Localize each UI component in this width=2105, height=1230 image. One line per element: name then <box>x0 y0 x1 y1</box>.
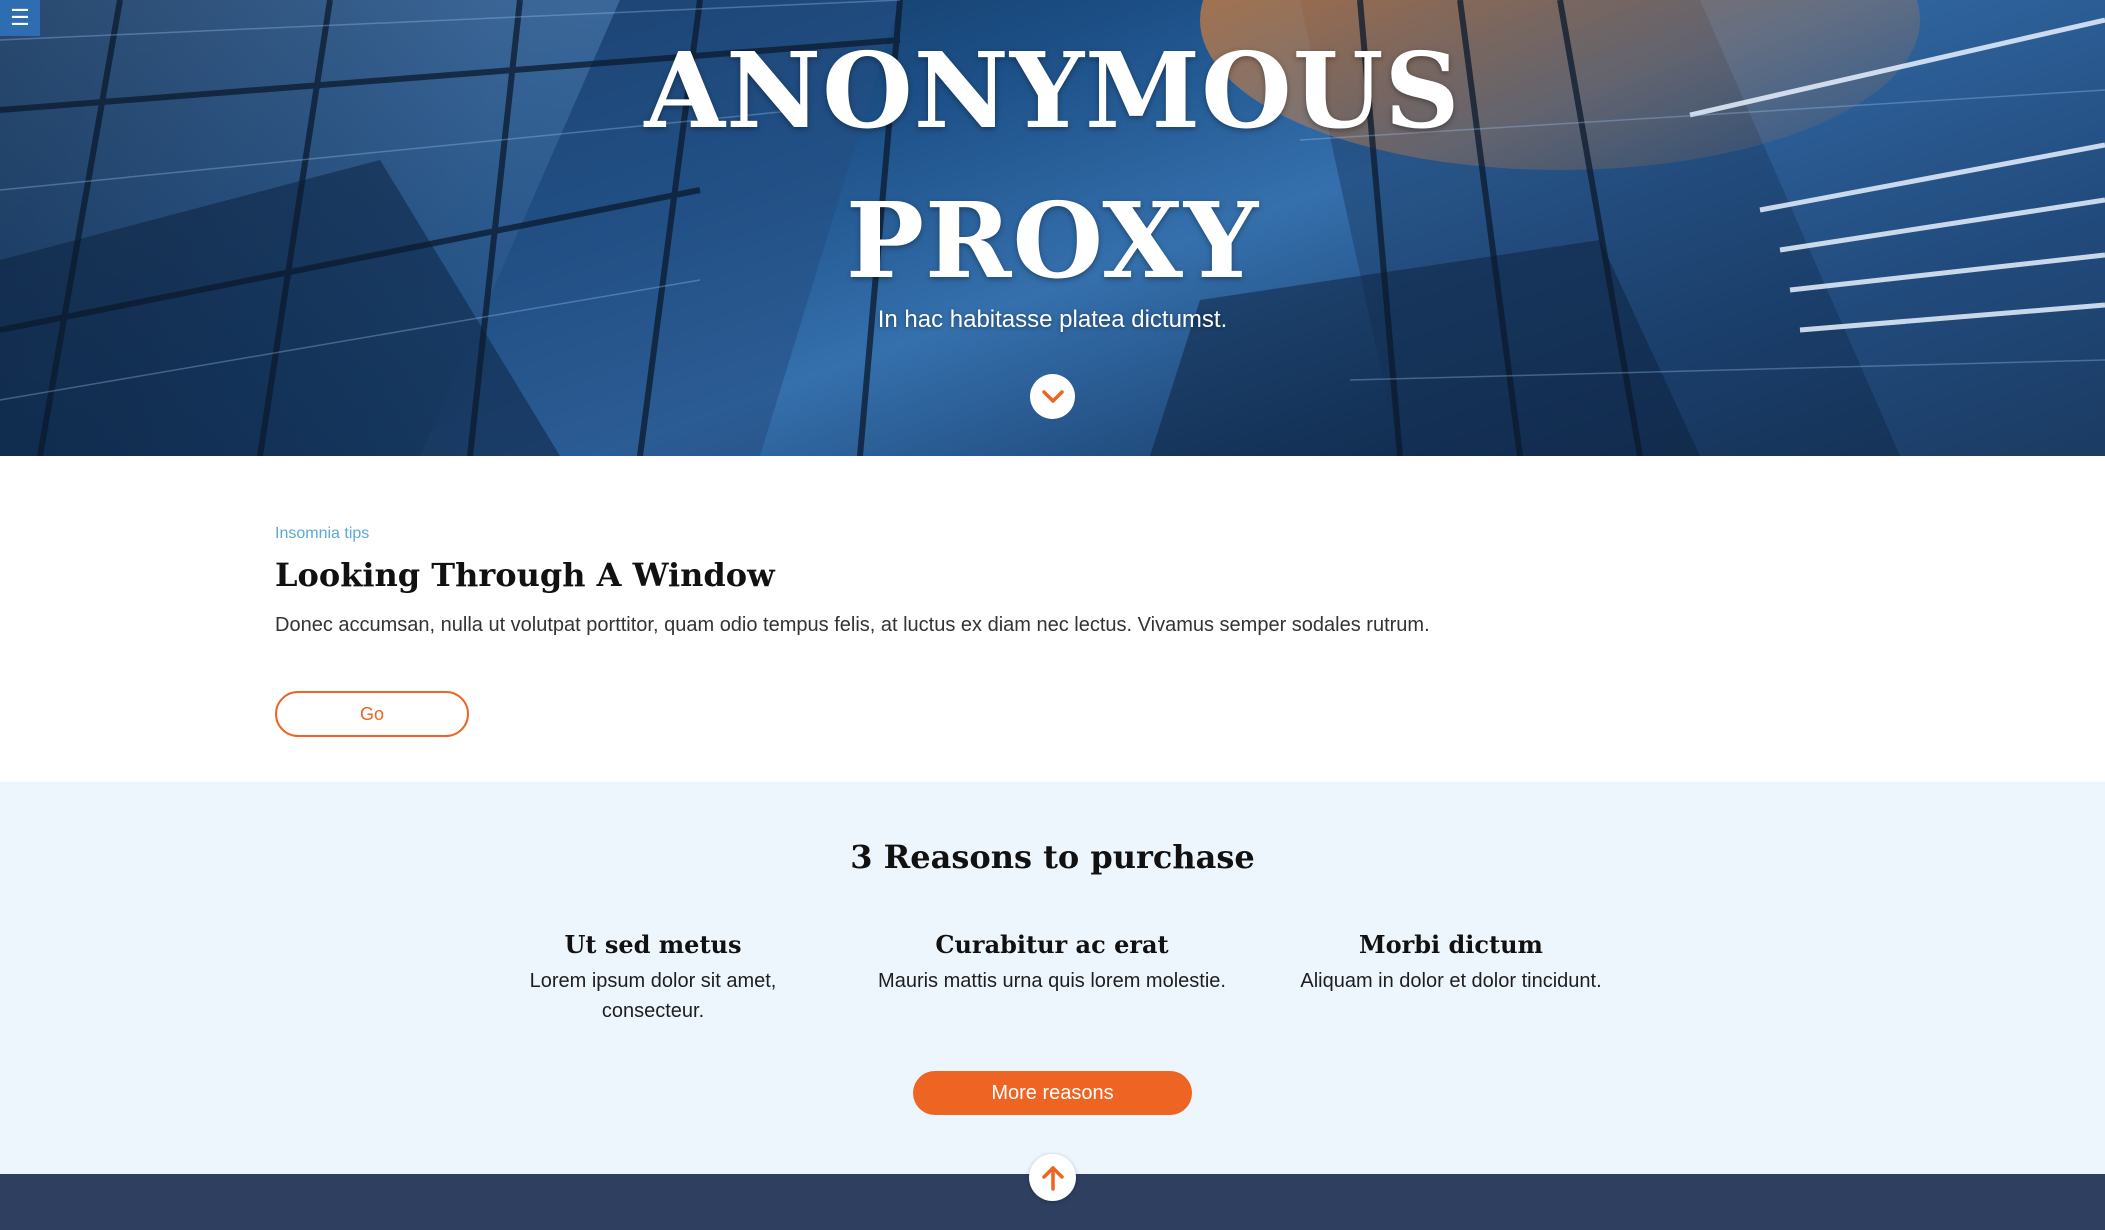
hero-subtitle: In hac habitasse platea dictumst. <box>877 306 1228 333</box>
reason-title: Morbi dictum <box>1359 930 1543 959</box>
article-category-link[interactable]: Insomnia tips <box>275 525 369 543</box>
reason-title: Ut sed metus <box>564 930 742 959</box>
reasons-section: 3 Reasons to purchase Ut sed metus Lorem… <box>0 782 2105 1174</box>
article-section: Insomnia tips Looking Through A Window D… <box>0 456 2105 782</box>
article-body: Donec accumsan, nulla ut volutpat portti… <box>275 614 1430 636</box>
article-heading: Looking Through A Window <box>275 556 775 594</box>
scroll-down-button[interactable] <box>1030 374 1075 419</box>
hero-title-line-1: ANONYMOUS <box>644 29 1461 152</box>
hamburger-menu-icon: ☰ <box>10 5 30 30</box>
reason-item: Ut sed metus Lorem ipsum dolor sit amet,… <box>463 928 843 1026</box>
reason-text: Lorem ipsum dolor sit amet, consecteur. <box>529 970 777 1022</box>
hero-title: ANONYMOUS PROXY <box>0 16 2105 316</box>
hero-banner: ☰ ANONYMOUS PROXY In hac habitasse plate… <box>0 0 2105 456</box>
scroll-to-top-button[interactable] <box>1029 1154 1076 1201</box>
page: ☰ ANONYMOUS PROXY In hac habitasse plate… <box>0 0 2105 1230</box>
reason-text: Aliquam in dolor et dolor tincidunt. <box>1300 970 1602 992</box>
more-reasons-button[interactable]: More reasons <box>913 1071 1192 1115</box>
chevron-down-icon <box>1041 389 1064 403</box>
reason-title: Curabitur ac erat <box>935 930 1169 959</box>
hero-title-line-2: PROXY <box>845 179 1260 302</box>
reasons-title: 3 Reasons to purchase <box>850 838 1255 876</box>
arrow-up-icon <box>1041 1165 1064 1191</box>
menu-button[interactable]: ☰ <box>0 0 40 36</box>
reason-item: Curabitur ac erat Mauris mattis urna qui… <box>862 928 1242 996</box>
reason-text: Mauris mattis urna quis lorem molestie. <box>878 970 1226 992</box>
go-button[interactable]: Go <box>275 691 469 737</box>
reason-item: Morbi dictum Aliquam in dolor et dolor t… <box>1261 928 1641 996</box>
